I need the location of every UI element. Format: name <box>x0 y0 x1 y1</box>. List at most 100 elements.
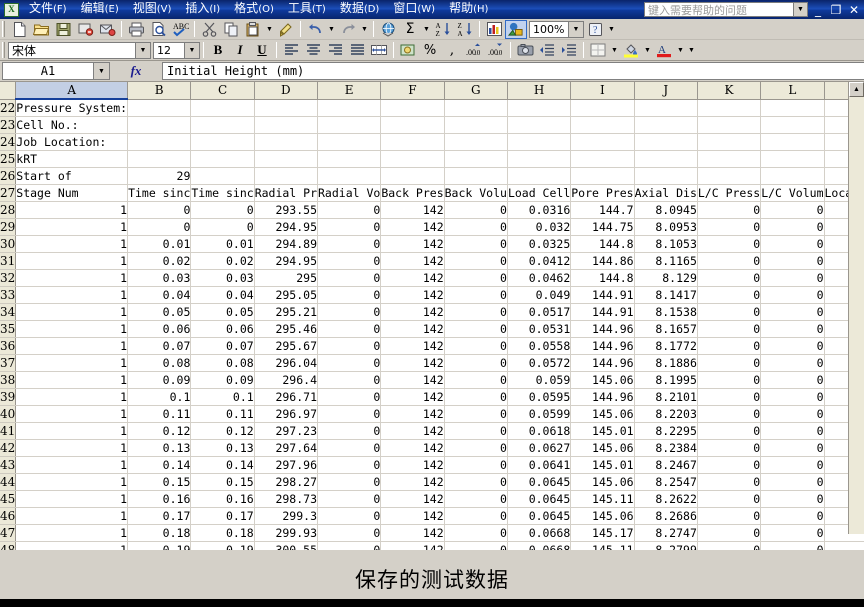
print-preview-icon[interactable] <box>147 20 169 39</box>
cell-E43[interactable]: 0 <box>318 456 381 473</box>
cell-I41[interactable]: 145.01 <box>571 422 634 439</box>
font-size-dropdown-icon[interactable]: ▼ <box>185 42 200 59</box>
cell-I35[interactable]: 144.96 <box>571 320 634 337</box>
cell-D34[interactable]: 295.21 <box>254 303 317 320</box>
cell-J39[interactable]: 8.2101 <box>634 388 697 405</box>
cell-J22[interactable] <box>634 99 697 116</box>
cell-I23[interactable] <box>571 116 634 133</box>
cell-H44[interactable]: 0.0645 <box>507 473 570 490</box>
cell-C46[interactable]: 0.17 <box>191 507 254 524</box>
cell-I40[interactable]: 145.06 <box>571 405 634 422</box>
cell-H39[interactable]: 0.0595 <box>507 388 570 405</box>
cell-J35[interactable]: 8.1657 <box>634 320 697 337</box>
row-header-38[interactable]: 38 <box>0 371 16 388</box>
cell-B32[interactable]: 0.03 <box>128 269 191 286</box>
zoom-dropdown-icon[interactable]: ▼ <box>569 21 584 38</box>
cell-K32[interactable]: 0 <box>697 269 760 286</box>
copy-icon[interactable] <box>220 20 242 39</box>
cell-I26[interactable] <box>571 167 634 184</box>
cell-E26[interactable] <box>318 167 381 184</box>
cell-G29[interactable]: 0 <box>444 218 507 235</box>
cell-I38[interactable]: 145.06 <box>571 371 634 388</box>
cell-B43[interactable]: 0.14 <box>128 456 191 473</box>
cell-K42[interactable]: 0 <box>697 439 760 456</box>
cell-C39[interactable]: 0.1 <box>191 388 254 405</box>
column-header-c[interactable]: C <box>191 82 254 99</box>
cell-C27[interactable]: Time sinc <box>191 184 254 201</box>
cell-G24[interactable] <box>444 133 507 150</box>
cell-H41[interactable]: 0.0618 <box>507 422 570 439</box>
cell-I33[interactable]: 144.91 <box>571 286 634 303</box>
cell-C33[interactable]: 0.04 <box>191 286 254 303</box>
cell-E42[interactable]: 0 <box>318 439 381 456</box>
column-header-h[interactable]: H <box>507 82 570 99</box>
decrease-decimal-icon[interactable]: .00.0 <box>485 41 507 60</box>
cell-L47[interactable]: 0 <box>761 524 824 541</box>
cell-I30[interactable]: 144.8 <box>571 235 634 252</box>
name-box-dropdown-icon[interactable]: ▼ <box>94 62 110 80</box>
cell-K37[interactable]: 0 <box>697 354 760 371</box>
cell-E32[interactable]: 0 <box>318 269 381 286</box>
cell-E27[interactable]: Radial Vo <box>318 184 381 201</box>
cell-A41[interactable]: 1 <box>16 422 128 439</box>
cell-H37[interactable]: 0.0572 <box>507 354 570 371</box>
cell-H22[interactable] <box>507 99 570 116</box>
cell-D27[interactable]: Radial Pr <box>254 184 317 201</box>
toolbar-overflow-icon[interactable]: ▼ <box>686 41 697 60</box>
insert-hyperlink-icon[interactable] <box>377 20 399 39</box>
cell-H29[interactable]: 0.032 <box>507 218 570 235</box>
cell-K43[interactable]: 0 <box>697 456 760 473</box>
cell-I46[interactable]: 145.06 <box>571 507 634 524</box>
cell-D43[interactable]: 297.96 <box>254 456 317 473</box>
cell-L33[interactable]: 0 <box>761 286 824 303</box>
cell-G40[interactable]: 0 <box>444 405 507 422</box>
cell-G33[interactable]: 0 <box>444 286 507 303</box>
row-header-41[interactable]: 41 <box>0 422 16 439</box>
cell-E46[interactable]: 0 <box>318 507 381 524</box>
cell-J42[interactable]: 8.2384 <box>634 439 697 456</box>
cell-C26[interactable] <box>191 167 254 184</box>
cell-F30[interactable]: 142 <box>381 235 444 252</box>
cell-K35[interactable]: 0 <box>697 320 760 337</box>
cell-K27[interactable]: L/C Press <box>697 184 760 201</box>
cell-H32[interactable]: 0.0462 <box>507 269 570 286</box>
cell-D45[interactable]: 298.73 <box>254 490 317 507</box>
row-header-46[interactable]: 46 <box>0 507 16 524</box>
cell-F32[interactable]: 142 <box>381 269 444 286</box>
excel-app-icon[interactable]: X <box>4 3 19 17</box>
toolbar-grip[interactable] <box>2 42 5 58</box>
cell-G43[interactable]: 0 <box>444 456 507 473</box>
cell-C35[interactable]: 0.06 <box>191 320 254 337</box>
cell-B29[interactable]: 0 <box>128 218 191 235</box>
spell-check-icon[interactable]: ABC <box>169 20 191 39</box>
row-header-35[interactable]: 35 <box>0 320 16 337</box>
cell-H40[interactable]: 0.0599 <box>507 405 570 422</box>
cell-F24[interactable] <box>381 133 444 150</box>
cell-E28[interactable]: 0 <box>318 201 381 218</box>
cell-B41[interactable]: 0.12 <box>128 422 191 439</box>
cell-H42[interactable]: 0.0627 <box>507 439 570 456</box>
cell-E24[interactable] <box>318 133 381 150</box>
sort-ascending-icon[interactable]: AZ <box>432 20 454 39</box>
row-header-27[interactable]: 27 <box>0 184 16 201</box>
cell-E31[interactable]: 0 <box>318 252 381 269</box>
cell-I27[interactable]: Pore Pres <box>571 184 634 201</box>
cell-I43[interactable]: 145.01 <box>571 456 634 473</box>
cell-A38[interactable]: 1 <box>16 371 128 388</box>
cell-B45[interactable]: 0.16 <box>128 490 191 507</box>
cell-G46[interactable]: 0 <box>444 507 507 524</box>
font-name-dropdown-icon[interactable]: ▼ <box>136 42 151 59</box>
increase-decimal-icon[interactable]: .00.0 <box>463 41 485 60</box>
cell-J36[interactable]: 8.1772 <box>634 337 697 354</box>
cell-G32[interactable]: 0 <box>444 269 507 286</box>
cell-D25[interactable] <box>254 150 317 167</box>
italic-button[interactable]: I <box>229 41 251 60</box>
column-header-j[interactable]: J <box>634 82 697 99</box>
cell-D42[interactable]: 297.64 <box>254 439 317 456</box>
cell-C34[interactable]: 0.05 <box>191 303 254 320</box>
cell-A42[interactable]: 1 <box>16 439 128 456</box>
cell-L37[interactable]: 0 <box>761 354 824 371</box>
email-icon[interactable] <box>96 20 118 39</box>
cell-G39[interactable]: 0 <box>444 388 507 405</box>
cell-L34[interactable]: 0 <box>761 303 824 320</box>
